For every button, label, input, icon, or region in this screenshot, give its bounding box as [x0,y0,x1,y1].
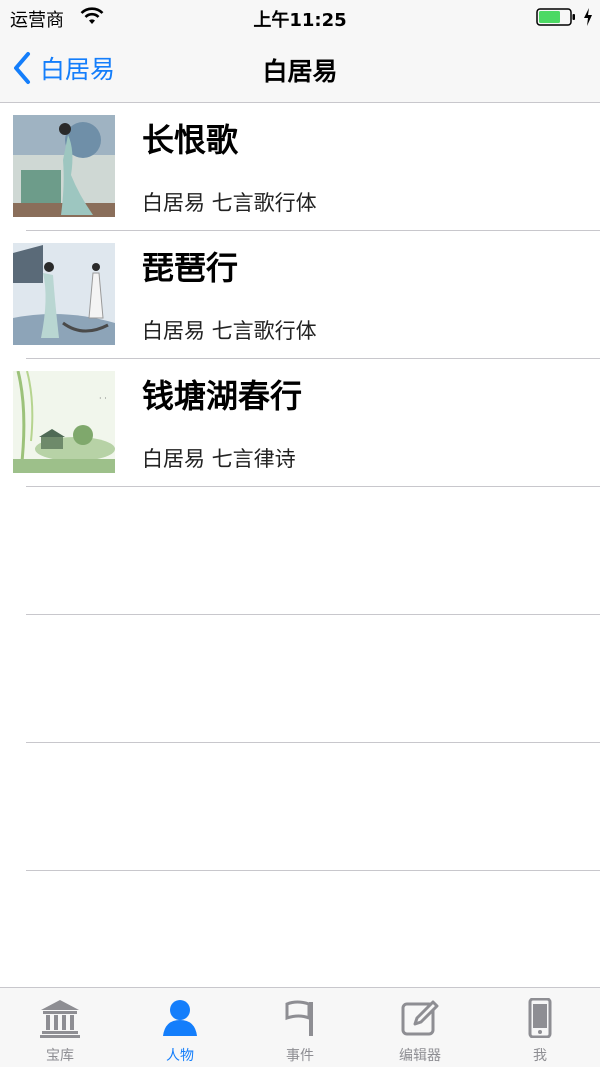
list-item[interactable]: 长恨歌 白居易 七言歌行体 [0,103,600,231]
poem-thumbnail [13,243,115,345]
status-bar: 运营商 上午11:25 [0,0,600,34]
tab-editor[interactable]: 编辑器 [360,988,480,1067]
tab-label: 编辑器 [399,1048,441,1064]
page-title: 白居易 [262,57,338,86]
charging-bolt-icon [584,8,592,26]
tab-label: 我 [533,1048,547,1064]
poem-list: 长恨歌 白居易 七言歌行体 琵琶行 白居易 七言歌行体 · · 钱塘湖春行 白居… [0,103,600,871]
tab-treasury[interactable]: 宝库 [0,988,120,1067]
empty-row [0,743,600,871]
battery-icon [536,8,575,26]
tab-label: 事件 [286,1048,314,1064]
status-time: 上午11:25 [253,10,347,31]
poem-title: 长恨歌 [142,121,239,159]
poem-subtitle: 白居易 七言歌行体 [142,319,317,343]
tab-label: 宝库 [46,1048,74,1064]
tab-events[interactable]: 事件 [240,988,360,1067]
tab-bar: 宝库 人物 事件 编辑器 我 [0,987,600,1067]
row-divider [26,870,600,871]
tab-people[interactable]: 人物 [120,988,240,1067]
poem-thumbnail: · · [13,371,115,473]
list-item[interactable]: · · 钱塘湖春行 白居易 七言律诗 [0,359,600,487]
list-item[interactable]: 琵琶行 白居易 七言歌行体 [0,231,600,359]
poem-title: 钱塘湖春行 [142,377,303,415]
svg-text:· ·: · · [99,394,107,403]
edit-icon [401,1000,439,1036]
flag-icon [285,1000,313,1036]
poem-subtitle: 白居易 七言律诗 [142,447,296,471]
temple-icon [40,1000,80,1038]
tab-me[interactable]: 我 [480,988,600,1067]
navigation-bar: 白居易 白居易 [0,34,600,103]
person-icon [163,1000,197,1036]
poem-subtitle: 白居易 七言歌行体 [142,191,317,215]
poem-thumbnail [13,115,115,217]
phone-icon [528,998,552,1038]
tab-label: 人物 [166,1048,194,1064]
empty-row [0,487,600,615]
poem-title: 琵琶行 [142,249,239,287]
empty-row [0,615,600,743]
